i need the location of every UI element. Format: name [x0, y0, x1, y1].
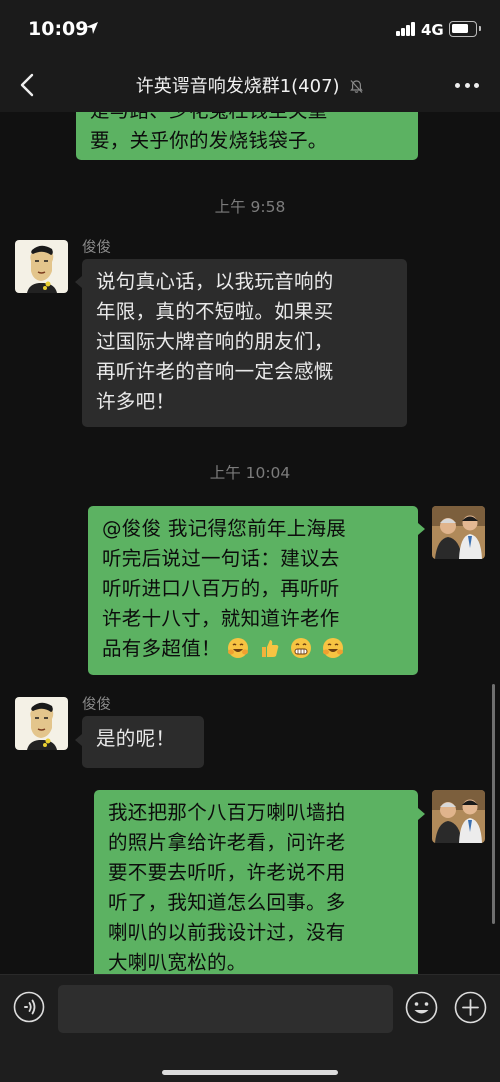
message-line: 的照片拿给许老看，问许老 — [108, 831, 346, 854]
scrollbar[interactable] — [492, 684, 495, 924]
bell-slash-icon — [350, 80, 364, 93]
voice-icon[interactable] — [13, 991, 45, 1023]
more-dots-icon[interactable] — [452, 72, 482, 98]
message-line: 我还把那个八百万喇叭墙拍 — [108, 801, 346, 824]
message-line: 再听许老的音响一定会感慨 — [96, 360, 334, 383]
grimace-emoji — [291, 638, 312, 658]
message-line: 要，关乎你的发烧钱袋子。 — [90, 129, 328, 152]
input-bar — [0, 974, 500, 1082]
message-line: @俊俊 我记得您前年上海展 — [102, 517, 347, 540]
location-arrow-icon — [86, 22, 98, 34]
message-line: 说句真心话，以我玩音响的 — [96, 270, 334, 293]
bubble-tail — [75, 276, 82, 288]
message-bubble-received[interactable]: 说句真心话，以我玩音响的 年限，真的不短啦。如果买 过国际大牌音响的朋友们， 再… — [82, 259, 407, 427]
signal-icon — [396, 22, 416, 36]
bubble-tail — [418, 523, 425, 535]
message-bubble-sent[interactable]: 我还把那个八百万喇叭墙拍 的照片拿给许老看，问许老 要不要去听听，许老说不用 听… — [94, 790, 418, 974]
message-text: 品有多超值！ — [102, 637, 221, 660]
self-avatar-image — [432, 790, 485, 843]
grin-sweat-emoji — [228, 638, 249, 658]
self-avatar-image — [432, 506, 485, 559]
chat-title-text: 许英谔音响发烧群1(407) — [135, 76, 340, 97]
plus-icon[interactable] — [454, 991, 487, 1024]
status-time: 10:09 — [28, 18, 89, 40]
message-line: 喇叭的以前我设计过，没有 — [108, 921, 346, 944]
emoji-icon[interactable] — [405, 991, 438, 1024]
message-line: 听了，我知道怎么回事。多 — [108, 891, 346, 914]
message-input[interactable] — [58, 985, 393, 1033]
message-list[interactable]: 是与路、少花冤枉钱至关重 要，关乎你的发烧钱袋子。 上午 9:58 俊俊 说句真… — [0, 112, 500, 974]
message-line: 过国际大牌音响的朋友们， — [96, 330, 334, 353]
message-bubble-sent[interactable]: @俊俊 我记得您前年上海展 听完后说过一句话：建议去 听听进口八百万的，再听听 … — [88, 506, 418, 675]
bubble-tail — [75, 734, 82, 746]
avatar[interactable] — [432, 506, 485, 559]
message-bubble-sent[interactable]: 是与路、少花冤枉钱至关重 要，关乎你的发烧钱袋子。 — [76, 112, 418, 160]
bubble-tail — [418, 808, 425, 820]
message-line: 是与路、少花冤枉钱至关重 — [90, 112, 404, 126]
message-line: 品有多超值！ — [102, 634, 404, 664]
avatar[interactable] — [15, 697, 68, 750]
message-bubble-received[interactable]: 是的呢！ — [82, 716, 204, 768]
message-line: 听完后说过一句话：建议去 — [102, 547, 340, 570]
timestamp: 上午 9:58 — [214, 198, 286, 216]
avatar[interactable] — [432, 790, 485, 843]
message-line: 是的呢！ — [96, 727, 176, 750]
chat-title: 许英谔音响发烧群1(407) — [0, 72, 500, 98]
home-indicator[interactable] — [162, 1070, 338, 1075]
message-line: 许多吧！ — [96, 390, 176, 413]
sender-avatar-image — [15, 697, 68, 750]
sender-name: 俊俊 — [82, 697, 111, 713]
message-line: 要不要去听听，许老说不用 — [108, 861, 346, 884]
status-bar: 10:09 4G — [0, 0, 500, 58]
sender-avatar-image — [15, 240, 68, 293]
avatar[interactable] — [15, 240, 68, 293]
timestamp: 上午 10:04 — [209, 464, 291, 482]
chat-header: 许英谔音响发烧群1(407) — [0, 58, 500, 112]
thumbs-up-emoji — [261, 640, 279, 657]
grin-sweat-emoji — [322, 638, 343, 658]
message-line: 年限，真的不短啦。如果买 — [96, 300, 334, 323]
battery-icon — [449, 21, 481, 37]
network-label: 4G — [421, 21, 444, 39]
message-line: 听听进口八百万的，再听听 — [102, 577, 340, 600]
message-line: 许老十八寸，就知道许老作 — [102, 607, 340, 630]
message-line: 大喇叭宽松的。 — [108, 951, 247, 974]
sender-name: 俊俊 — [82, 240, 111, 256]
